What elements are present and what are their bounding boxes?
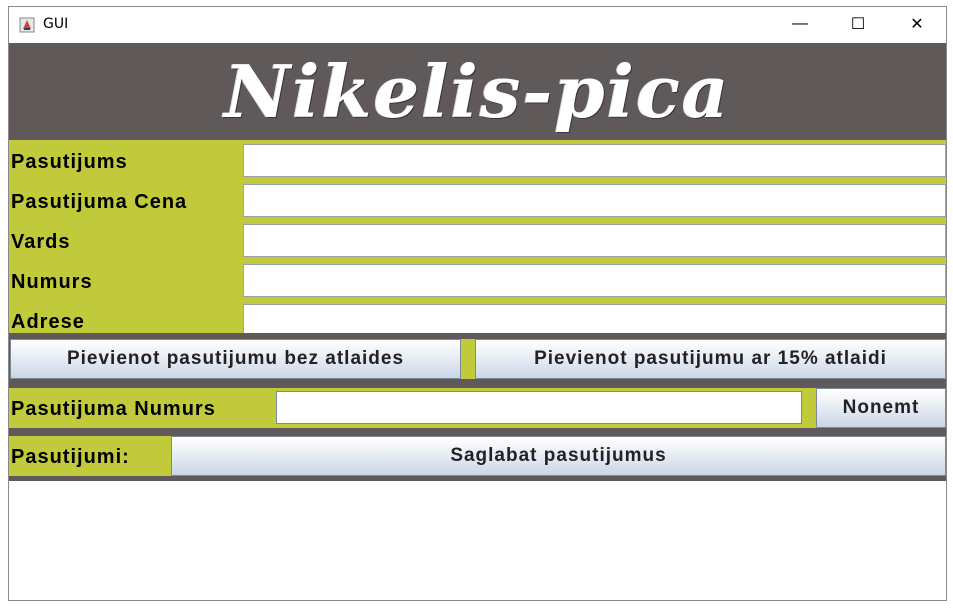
maximize-icon: ☐ xyxy=(850,16,866,33)
address-label: Adrese xyxy=(11,311,85,333)
remove-order-row: Pasutijuma Numurs Nonemt xyxy=(9,383,946,433)
remove-order-button[interactable]: Nonemt xyxy=(816,388,946,428)
order-input[interactable] xyxy=(243,144,946,177)
order-form: Pasutijums Pasutijuma Cena Vards Numurs … xyxy=(9,140,946,337)
add-order-discount-button[interactable]: Pievienot pasutijumu ar 15% atlaidi xyxy=(475,339,946,379)
order-label: Pasutijums xyxy=(11,151,128,173)
save-orders-label: Saglabat pasutijumus xyxy=(450,445,667,466)
add-buttons-row: Pievienot pasutijumu bez atlaides Pievie… xyxy=(9,333,946,383)
window-title: GUI xyxy=(43,16,69,32)
separator-block xyxy=(461,339,475,379)
phone-input[interactable] xyxy=(243,264,946,297)
minimize-icon: — xyxy=(792,15,808,32)
orders-list-area[interactable] xyxy=(9,481,946,600)
minimize-button[interactable]: — xyxy=(771,7,829,41)
title-bar[interactable]: GUI — ☐ ✕ xyxy=(9,7,946,43)
maximize-button[interactable]: ☐ xyxy=(829,7,887,41)
orders-label: Pasutijumi: xyxy=(11,446,130,468)
order-number-label: Pasutijuma Numurs xyxy=(11,398,216,420)
header-banner: Nikelis-pica xyxy=(9,43,946,140)
form-row-price: Pasutijuma Cena xyxy=(9,184,946,218)
add-order-discount-label: Pievienot pasutijumu ar 15% atlaidi xyxy=(534,348,887,369)
app-window: GUI — ☐ ✕ Nikelis-pica Pasutijums Pasuti… xyxy=(8,6,947,601)
close-button[interactable]: ✕ xyxy=(888,7,946,41)
price-input[interactable] xyxy=(243,184,946,217)
remove-order-label: Nonemt xyxy=(842,397,920,418)
phone-label: Numurs xyxy=(11,271,93,293)
close-icon: ✕ xyxy=(910,16,924,33)
form-row-name: Vards xyxy=(9,224,946,258)
price-label: Pasutijuma Cena xyxy=(11,191,188,213)
name-label: Vards xyxy=(11,231,71,253)
name-input[interactable] xyxy=(243,224,946,257)
form-row-order: Pasutijums xyxy=(9,144,946,178)
java-app-icon xyxy=(19,17,35,33)
form-row-phone: Numurs xyxy=(9,264,946,298)
orders-row: Pasutijumi: Saglabat pasutijumus xyxy=(9,433,946,481)
add-order-no-discount-label: Pievienot pasutijumu bez atlaides xyxy=(66,348,405,369)
add-order-no-discount-button[interactable]: Pievienot pasutijumu bez atlaides xyxy=(10,339,461,379)
order-number-input[interactable] xyxy=(276,391,802,424)
app-logo: Nikelis-pica xyxy=(224,49,731,134)
save-orders-button[interactable]: Saglabat pasutijumus xyxy=(171,436,946,476)
